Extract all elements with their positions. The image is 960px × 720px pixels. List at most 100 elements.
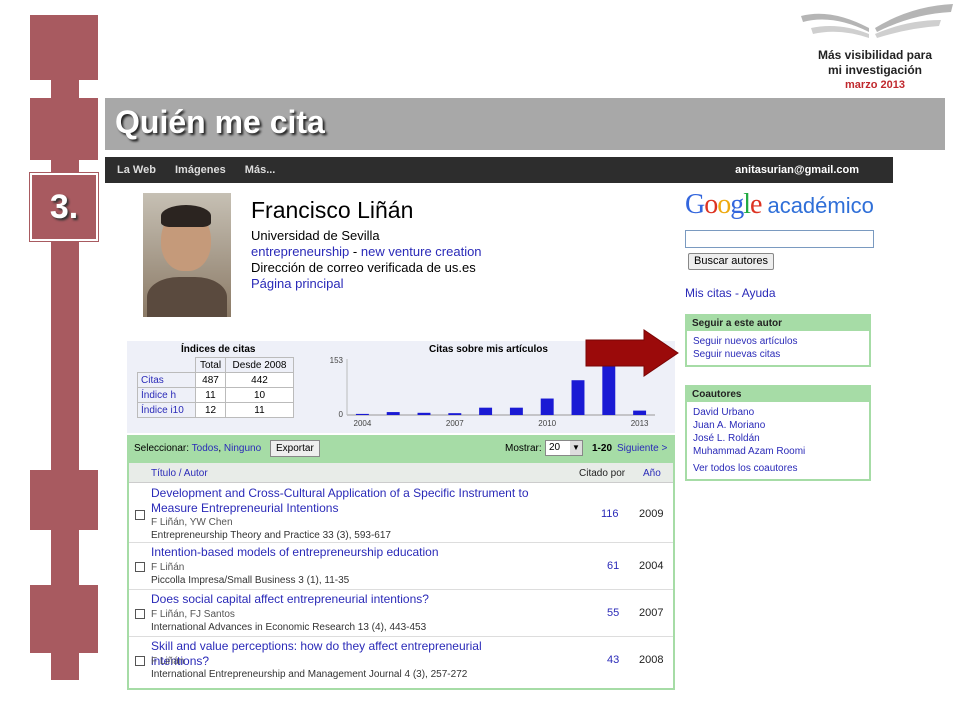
chevron-down-icon: ▼ [570, 441, 582, 455]
decor-block [30, 15, 98, 80]
google-scholar-logo[interactable]: Google académico [685, 189, 874, 221]
chart-bar [540, 398, 554, 415]
article-year: 2004 [639, 560, 664, 572]
decor-block [30, 470, 98, 530]
coauthors-panel: Coautores David Urbano Juan A. Moriano J… [685, 385, 871, 481]
col-title-author[interactable]: Título / Autor [151, 468, 208, 479]
all-coauthors-link[interactable]: Ver todos los coautores [693, 462, 863, 475]
search-input[interactable] [685, 230, 874, 248]
article-checkbox[interactable] [135, 562, 145, 572]
page-range: 1-20 [592, 443, 613, 454]
chart-x-tick: 2013 [631, 419, 649, 428]
academico-logo-text: académico [767, 193, 874, 218]
article-year: 2008 [639, 654, 664, 666]
cell-total: 12 [195, 402, 226, 418]
help-link[interactable]: Ayuda [742, 286, 776, 300]
account-email[interactable]: anitasurian@gmail.com [735, 164, 859, 176]
col-year[interactable]: Año [643, 468, 661, 479]
google-bar: La Web Imágenes Más... anitasurian@gmail… [105, 157, 893, 183]
export-button[interactable]: Exportar [270, 440, 320, 457]
chart-x-tick: 2010 [538, 419, 556, 428]
nav-images[interactable]: Imágenes [175, 164, 226, 176]
article-title-link[interactable]: Skill and value perceptions: how do they… [151, 639, 541, 669]
separator: - [349, 244, 361, 259]
decor-block [30, 585, 98, 653]
article-row: Intention-based models of entrepreneursh… [129, 543, 673, 590]
follow-new-articles-link[interactable]: Seguir nuevos artículos [693, 335, 863, 348]
nav-web[interactable]: La Web [117, 164, 156, 176]
arrow-right-icon [585, 329, 679, 377]
article-checkbox[interactable] [135, 609, 145, 619]
coauthor-link[interactable]: David Urbano [693, 406, 863, 419]
chart-bar [633, 410, 647, 415]
decor-block [30, 98, 98, 160]
my-citations-link[interactable]: Mis citas [685, 286, 732, 300]
article-publication: International Advances in Economic Resea… [151, 622, 427, 633]
article-title-link[interactable]: Does social capital affect entrepreneuri… [151, 592, 541, 607]
next-page-link[interactable]: Siguiente > [617, 443, 667, 454]
nav-more[interactable]: Más... [245, 164, 276, 176]
article-authors: F Liñán, YW Chen [151, 517, 233, 528]
my-citations-links: Mis citas - Ayuda [685, 286, 776, 300]
search-authors-button[interactable]: Buscar autores [688, 253, 774, 270]
homepage-link[interactable]: Página principal [251, 276, 482, 292]
interest-link[interactable]: entrepreneurship [251, 244, 349, 259]
article-cited-count[interactable]: 55 [607, 607, 619, 619]
article-year: 2007 [639, 607, 664, 619]
article-publication: Piccolla Impresa/Small Business 3 (1), 1… [151, 575, 350, 586]
article-checkbox[interactable] [135, 510, 145, 520]
chart-x-tick: 2004 [354, 419, 372, 428]
article-cited-count[interactable]: 116 [601, 508, 619, 520]
cell-since: 11 [225, 402, 294, 418]
chart-bar [417, 412, 431, 415]
chart-bar [479, 407, 493, 415]
chart-bar [571, 380, 585, 415]
article-title-link[interactable]: Development and Cross-Cultural Applicati… [151, 486, 541, 516]
select-all-link[interactable]: Todos [192, 443, 219, 454]
interest-link[interactable]: new venture creation [361, 244, 482, 259]
article-checkbox[interactable] [135, 656, 145, 666]
article-row: Development and Cross-Cultural Applicati… [129, 483, 673, 543]
article-year: 2009 [639, 508, 664, 520]
row-label[interactable]: Índice h [137, 387, 196, 403]
chart-bar [509, 407, 523, 415]
profile-name: Francisco Liñán [251, 197, 414, 223]
article-cited-count[interactable]: 43 [607, 654, 619, 666]
coauthor-link[interactable]: José L. Roldán [693, 432, 863, 445]
col-cited-by[interactable]: Citado por [579, 468, 625, 479]
profile-info: Francisco Liñán Universidad de Sevilla e… [251, 197, 482, 292]
article-cited-count[interactable]: 61 [607, 560, 619, 572]
row-label[interactable]: Índice i10 [137, 402, 196, 418]
chart-x-tick: 2007 [446, 419, 464, 428]
brand-line2: mi investigación [827, 63, 923, 77]
follow-new-citations-link[interactable]: Seguir nuevas citas [693, 348, 863, 361]
separator: - [731, 286, 742, 300]
select-none-link[interactable]: Ninguno [224, 443, 261, 454]
article-authors: F Liñán, FJ Santos [151, 609, 235, 620]
open-book-icon [801, 4, 953, 38]
article-publication: Entrepreneurship Theory and Practice 33 … [151, 530, 391, 541]
article-row: Does social capital affect entrepreneuri… [129, 590, 673, 637]
brand-line1: Más visibilidad para [817, 48, 933, 62]
article-row: Skill and value perceptions: how do they… [129, 637, 673, 684]
section-number: 3. [49, 187, 79, 226]
citation-table: Total Desde 2008 Citas 487 442 Índice h … [137, 357, 294, 418]
articles-list: Seleccionar: Todos, Ninguno Exportar Mos… [127, 435, 675, 690]
col-total: Total [195, 357, 226, 373]
chart-y-tick: 153 [330, 356, 344, 365]
chart-title: Citas sobre mis artículos [429, 344, 548, 355]
coauthor-link[interactable]: Juan A. Moriano [693, 419, 863, 432]
page-size-value: 20 [549, 442, 561, 453]
col-since-2008: Desde 2008 [225, 357, 294, 373]
brand-date: marzo 2013 [845, 79, 905, 91]
page-size-select[interactable]: 20 ▼ [545, 440, 583, 456]
coauthor-link[interactable]: Muhammad Azam Roomi [693, 445, 863, 458]
row-label[interactable]: Citas [137, 372, 196, 388]
profile-email-verified: Dirección de correo verificada de us.es [251, 260, 476, 275]
cell-total: 11 [195, 387, 226, 403]
profile-affiliation: Universidad de Sevilla [251, 228, 380, 243]
coauthors-panel-title: Coautores [687, 387, 869, 402]
article-title-link[interactable]: Intention-based models of entrepreneursh… [151, 545, 541, 560]
follow-panel-title: Seguir a este autor [687, 316, 869, 331]
cell-total: 487 [195, 372, 226, 388]
